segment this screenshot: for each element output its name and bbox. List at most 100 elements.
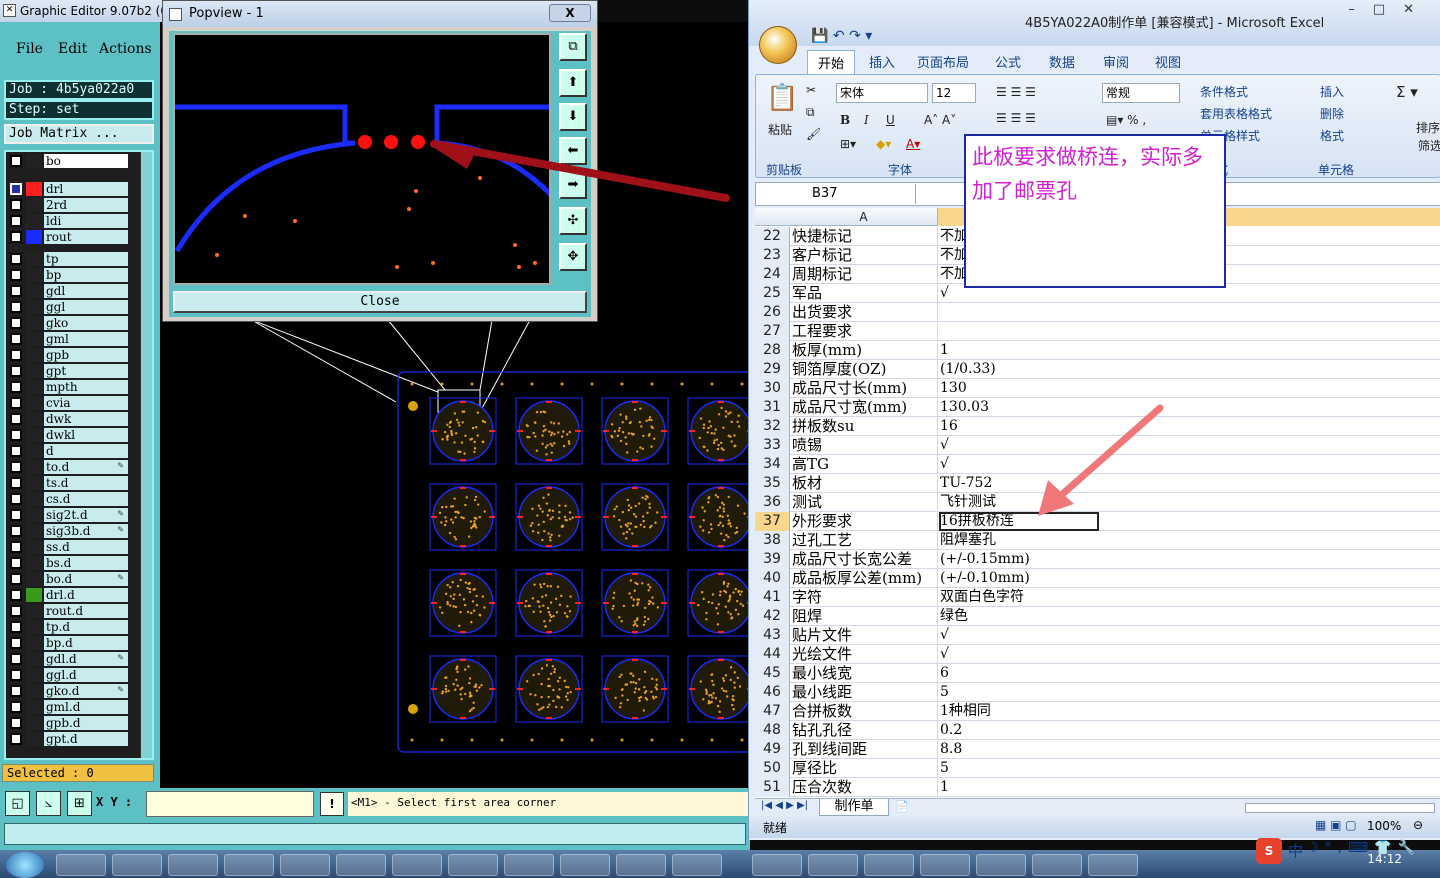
layer-row[interactable]: 2rd [8,198,128,212]
zoom-level[interactable]: 100% [1367,819,1401,833]
taskbar-item[interactable] [168,854,218,876]
layer-row[interactable]: gpt [8,364,128,378]
tab-insert[interactable]: 插入 [869,52,895,71]
row-number[interactable]: 47 [755,702,790,721]
layer-row[interactable]: bo.d ✎ [8,572,128,586]
layer-row[interactable]: sig2t.d ✎ [8,508,128,522]
layer-checkbox[interactable] [10,461,22,473]
cell-a[interactable]: 阻焊 [791,607,938,626]
tab-view[interactable]: 视图 [1155,52,1181,71]
cell-a[interactable]: 成品尺寸长(mm) [791,379,938,398]
row-number[interactable]: 48 [755,721,790,740]
window-controls[interactable]: –□✕ [1348,2,1432,17]
layer-row[interactable]: gpt.d [8,732,128,746]
cell-b[interactable]: 阻焊塞孔 [939,531,1439,550]
taskbar-item[interactable] [1088,854,1138,876]
row-number[interactable]: 42 [755,607,790,626]
filter-label[interactable]: 筛选 [1418,137,1440,154]
row-number[interactable]: 45 [755,664,790,683]
align-top-icons[interactable]: ☰ ☰ ☰ [996,85,1036,99]
row-number[interactable]: 41 [755,588,790,607]
layer-checkbox[interactable] [10,653,22,665]
cell-b[interactable]: 16 [939,417,1439,436]
layer-row[interactable]: gdl.d ✎ [8,652,128,666]
pop-zoom-fit-button[interactable]: ⧉ [559,33,587,61]
percent-button[interactable]: ▤▾ % , [1106,113,1146,127]
layer-row[interactable]: mpth [8,380,128,394]
measure-button[interactable]: ⦣ [36,791,61,816]
taskbar-item[interactable] [1032,854,1082,876]
cell-a[interactable]: 厚径比 [791,759,938,778]
sheet-nav-arrows[interactable]: |◀ ◀ ▶ ▶| [761,800,808,811]
layer-checkbox[interactable] [10,669,22,681]
layer-checkbox[interactable] [10,199,22,211]
sum-icon[interactable]: Σ ▾ [1396,83,1418,101]
delete-cells-button[interactable]: 删除 [1320,105,1344,122]
cell-a[interactable]: 压合次数 [791,778,938,797]
layer-checkbox[interactable] [10,215,22,227]
layer-checkbox[interactable] [10,685,22,697]
cell-b[interactable]: 5 [939,759,1439,778]
layer-checkbox[interactable] [10,317,22,329]
cell-b[interactable]: 130.03 [939,398,1439,417]
menu-file[interactable]: File [16,41,43,57]
copy-icon[interactable]: ⧉ [806,105,815,120]
layer-checkbox[interactable] [10,413,22,425]
bold-button[interactable]: B [840,113,850,127]
row-number[interactable]: 39 [755,550,790,569]
cell-a[interactable]: 钻孔孔径 [791,721,938,740]
cell-a[interactable]: 出货要求 [791,303,938,322]
cell-b[interactable]: √ [939,626,1439,645]
layer-row[interactable]: cvia [8,396,128,410]
layer-checkbox[interactable] [10,477,22,489]
layer-row[interactable]: tp.d [8,620,128,634]
layer-row[interactable]: to.d ✎ [8,460,128,474]
layer-checkbox[interactable] [10,285,22,297]
job-matrix-button[interactable]: Job Matrix ... [4,124,154,144]
font-color-button[interactable]: A▾ [906,137,920,151]
cell-b[interactable]: 1 [939,341,1439,360]
layer-checkbox[interactable] [10,573,22,585]
cell-a[interactable]: 成品尺寸宽(mm) [791,398,938,417]
tab-formulas[interactable]: 公式 [995,52,1021,71]
layer-row[interactable]: bp [8,268,128,282]
taskbar-item[interactable] [112,854,162,876]
grid-button[interactable]: ⊞ [67,791,92,816]
quick-access-toolbar[interactable]: 💾 ↶ ↷ ▾ [811,28,872,44]
layer-checkbox[interactable] [10,621,22,633]
layer-row[interactable]: drl.d [8,588,128,602]
layer-checkbox[interactable] [10,509,22,521]
layer-checkbox[interactable] [10,333,22,345]
cell-a[interactable]: 成品尺寸长宽公差 [791,550,938,569]
cell-b[interactable]: (1/0.33) [939,360,1439,379]
cell-b[interactable]: √ [939,645,1439,664]
zoom-out-icon[interactable]: ⊖ [1413,818,1423,832]
layer-checkbox[interactable] [10,183,22,195]
layer-checkbox[interactable] [10,301,22,313]
layer-checkbox[interactable] [10,253,22,265]
taskbar-item[interactable] [504,854,554,876]
taskbar-item[interactable] [336,854,386,876]
ime-logo-icon[interactable]: S [1256,838,1282,864]
layer-row[interactable]: gdl [8,284,128,298]
view-buttons[interactable]: ▦ ▣ ▢ [1315,818,1357,832]
taskbar-item[interactable] [920,854,970,876]
taskbar-item[interactable] [560,854,610,876]
cell-b[interactable]: TU-752 [939,474,1439,493]
layer-row[interactable]: tp [8,252,128,266]
cell-b[interactable]: 飞针测试 [939,493,1439,512]
row-number[interactable]: 49 [755,740,790,759]
taskbar-item[interactable] [616,854,666,876]
layer-checkbox[interactable] [10,541,22,553]
layer-row[interactable]: gpb.d [8,716,128,730]
row-number[interactable]: 25 [755,284,790,303]
layer-checkbox[interactable] [10,733,22,745]
tab-page-layout[interactable]: 页面布局 [917,52,969,71]
borders-button[interactable]: ⊞▾ [840,137,856,151]
layer-checkbox[interactable] [10,493,22,505]
name-box[interactable]: B37 [758,184,916,204]
layer-row[interactable]: bs.d [8,556,128,570]
taskbar-item[interactable] [672,854,722,876]
row-number[interactable]: 30 [755,379,790,398]
sheet-tab[interactable]: 制作单 [819,799,889,816]
